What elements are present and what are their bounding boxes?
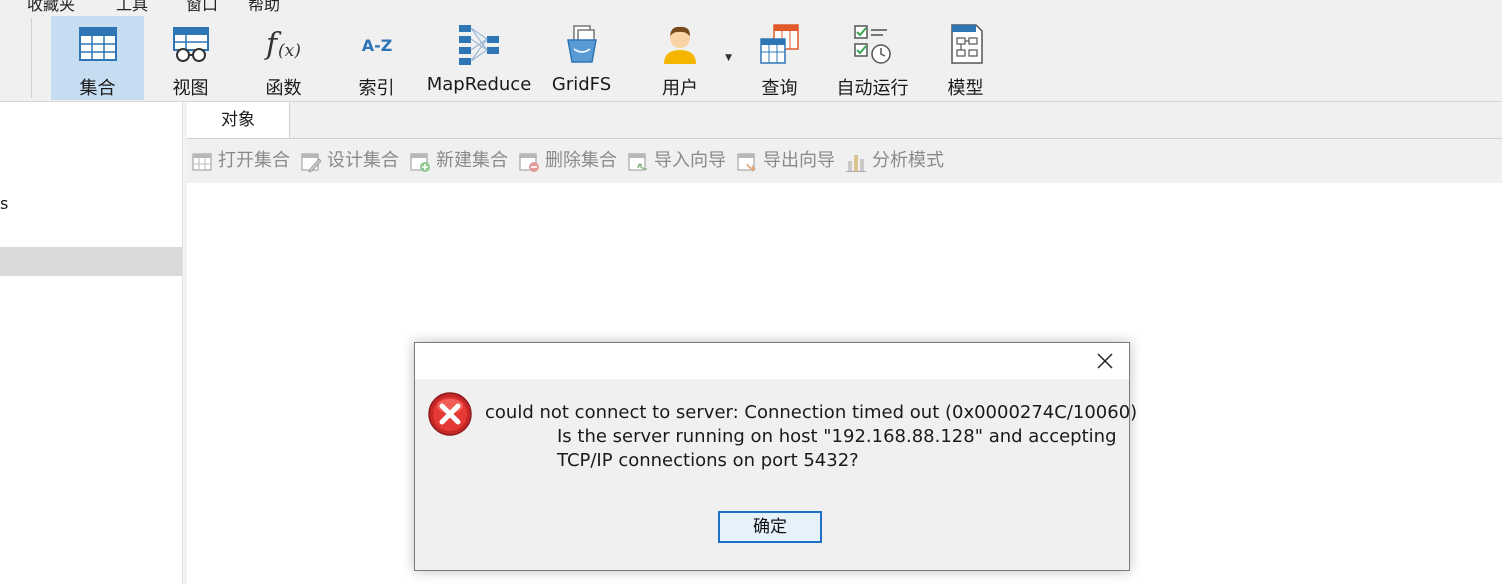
- ribbon-view-button[interactable]: 视图: [144, 16, 237, 100]
- schedule-icon: [853, 25, 891, 64]
- ribbon-function-button[interactable]: f (x) 函数: [237, 16, 330, 100]
- ribbon-label: 索引: [358, 78, 395, 99]
- toolbar-label: 新建集合: [436, 150, 508, 171]
- error-message-line: could not connect to server: Connection …: [485, 402, 1138, 423]
- nav-tree-item[interactable]: s: [0, 194, 8, 213]
- import-wizard-button[interactable]: 导入向导: [627, 150, 732, 172]
- export-icon: [737, 153, 756, 172]
- tab-strip: 对象: [187, 102, 1502, 139]
- open-collection-button[interactable]: 打开集合: [191, 150, 296, 172]
- error-dialog: could not connect to server: Connection …: [414, 342, 1137, 571]
- menu-item-help[interactable]: 帮助: [248, 0, 280, 14]
- ribbon-model-button[interactable]: 模型: [919, 16, 1012, 100]
- new-table-icon: [410, 153, 430, 172]
- error-message-line: TCP/IP connections on port 5432?: [557, 450, 859, 471]
- mapreduce-icon: [459, 25, 499, 65]
- ribbon-automation-button[interactable]: 自动运行: [826, 16, 919, 100]
- ribbon-label: MapReduce: [426, 74, 532, 95]
- ribbon-query-button[interactable]: 查询: [733, 16, 826, 100]
- toolbar-label: 导入向导: [654, 150, 726, 171]
- menu-bar: 收藏夹 工具 窗口 帮助: [0, 0, 1502, 14]
- toolbar-label: 设计集合: [327, 150, 399, 171]
- error-icon: [428, 392, 472, 436]
- view-glasses-icon: [172, 27, 209, 62]
- nav-tree-item-selected[interactable]: [0, 247, 182, 276]
- ribbon-label: 模型: [947, 78, 984, 99]
- error-message-line: Is the server running on host "192.168.8…: [557, 426, 1117, 447]
- analyze-icon: [846, 155, 866, 172]
- function-icon: f (x): [264, 27, 301, 62]
- ribbon-label: 集合: [79, 78, 116, 99]
- toolbar-label: 打开集合: [218, 150, 290, 171]
- toolbar-label: 导出向导: [763, 150, 835, 171]
- ribbon-label: 函数: [265, 78, 302, 99]
- ribbon-label: 用户: [662, 78, 698, 99]
- ribbon-user-button[interactable]: 用户 ▼: [636, 16, 732, 100]
- object-toolbar: 打开集合 设计集合 新建集合 删除集合 导入向导 导出向导 分析模式: [187, 139, 1502, 183]
- design-table-icon: [301, 153, 322, 173]
- toolbar-label: 删除集合: [545, 150, 617, 171]
- delete-table-icon: [519, 153, 539, 172]
- ribbon-mapreduce-button[interactable]: MapReduce: [423, 16, 535, 100]
- menu-item-favorites[interactable]: 收藏夹: [27, 0, 75, 14]
- ribbon-label: 自动运行: [836, 78, 909, 99]
- design-collection-button[interactable]: 设计集合: [300, 150, 405, 173]
- menu-item-window[interactable]: 窗口: [186, 0, 218, 14]
- gridfs-bucket-icon: [566, 25, 597, 63]
- sort-az-glyph: A-Z: [361, 36, 392, 55]
- delete-collection-button[interactable]: 删除集合: [518, 150, 623, 172]
- ribbon-gridfs-button[interactable]: GridFS: [535, 16, 628, 100]
- ribbon-label: 查询: [761, 78, 798, 99]
- table-icon: [78, 27, 117, 61]
- ribbon-index-button[interactable]: A-Z 索引: [330, 16, 423, 100]
- svg-text:(x): (x): [278, 41, 301, 61]
- export-wizard-button[interactable]: 导出向导: [736, 150, 841, 172]
- user-dropdown-caret-icon[interactable]: ▼: [725, 53, 732, 63]
- navigation-panel: s: [0, 102, 183, 584]
- ribbon-label: GridFS: [551, 74, 612, 95]
- analyze-schema-button[interactable]: 分析模式: [845, 150, 950, 172]
- ok-button[interactable]: 确定: [718, 511, 822, 543]
- ribbon-collection-button[interactable]: 集合: [51, 16, 144, 100]
- close-icon[interactable]: [1095, 351, 1115, 371]
- model-icon: [950, 24, 983, 64]
- query-icon: [759, 24, 799, 64]
- import-icon: [628, 153, 648, 171]
- toolbar-label: 分析模式: [872, 150, 944, 171]
- new-collection-button[interactable]: 新建集合: [409, 150, 514, 172]
- sort-az-icon: A-Z: [361, 36, 392, 55]
- ribbon-toolbar: 集合 视图 f (x) 函数 A-Z 索引 MapReduce GridFS 用…: [0, 14, 1502, 102]
- open-table-icon: [192, 153, 212, 171]
- ribbon-separator: [31, 18, 32, 98]
- dialog-title-bar[interactable]: [415, 343, 1129, 379]
- menu-item-tools[interactable]: 工具: [116, 0, 148, 14]
- tab-objects[interactable]: 对象: [187, 102, 290, 138]
- ribbon-label: 视图: [172, 78, 209, 99]
- error-message: could not connect to server: Connection …: [485, 401, 1137, 473]
- user-icon: [664, 26, 696, 64]
